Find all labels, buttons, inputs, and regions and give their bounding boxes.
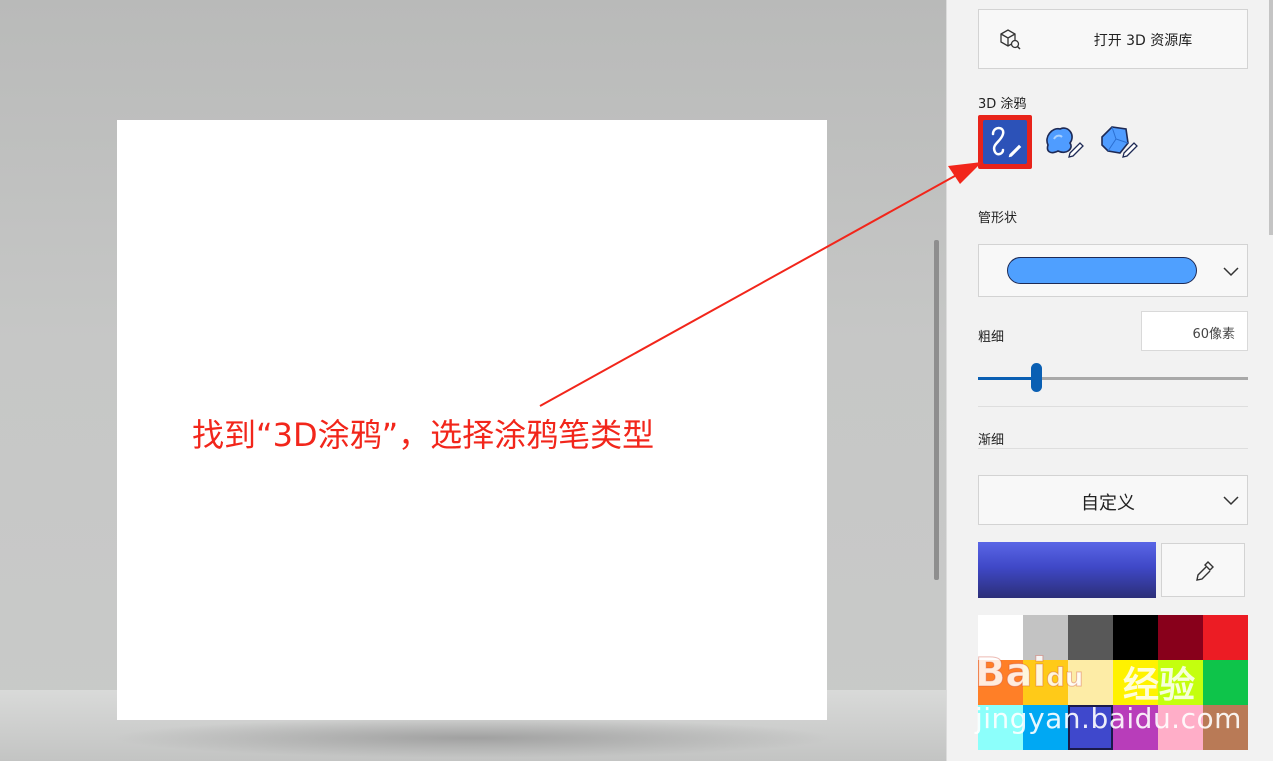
palette-color-swatch[interactable] (1203, 615, 1248, 660)
palette-color-swatch[interactable] (1068, 705, 1113, 750)
sharp-edge-doodle-icon (1101, 126, 1138, 158)
soft-edge-doodle-icon (1046, 127, 1084, 158)
palette-color-swatch[interactable] (1113, 660, 1158, 705)
palette-color-swatch[interactable] (1023, 705, 1068, 750)
tube-doodle-icon (991, 126, 1023, 159)
tube-shape-label: 管形状 (978, 211, 1018, 226)
tube-shape-preview (1007, 257, 1197, 284)
soft-edge-doodle-button[interactable] (1036, 115, 1090, 169)
workspace-scrollbar[interactable] (934, 240, 939, 580)
taper-label: 渐细 (978, 433, 1005, 448)
palette-color-swatch[interactable] (1158, 705, 1203, 750)
side-panel: 打开 3D 资源库 3D 涂鸦 管形状 粗细 60像素 渐细 自定义 (946, 0, 1273, 761)
canvas-workspace (0, 0, 946, 761)
eyedropper-icon (1196, 561, 1214, 581)
divider (978, 448, 1248, 449)
palette-color-swatch[interactable] (1113, 705, 1158, 750)
palette-color-swatch[interactable] (1068, 660, 1113, 705)
taper-dropdown-value: 自定义 (1081, 493, 1135, 514)
palette-color-swatch[interactable] (1113, 615, 1158, 660)
palette-color-swatch[interactable] (1023, 615, 1068, 660)
palette-color-swatch[interactable] (1068, 615, 1113, 660)
color-palette (978, 615, 1248, 750)
thickness-input[interactable]: 60像素 (1141, 311, 1248, 351)
tube-shape-dropdown[interactable] (978, 244, 1248, 297)
palette-color-swatch[interactable] (1203, 660, 1248, 705)
open-3d-library-button[interactable]: 打开 3D 资源库 (978, 9, 1248, 69)
sharp-edge-doodle-button[interactable] (1092, 115, 1146, 169)
taper-dropdown[interactable]: 自定义 (978, 475, 1248, 525)
doodle-section-label: 3D 涂鸦 (978, 97, 1027, 112)
current-color-swatch[interactable] (978, 542, 1156, 598)
thickness-slider-fill (978, 377, 1036, 380)
palette-color-swatch[interactable] (1158, 660, 1203, 705)
chevron-down-icon (1223, 496, 1239, 506)
palette-color-swatch[interactable] (978, 615, 1023, 660)
palette-color-swatch[interactable] (1203, 705, 1248, 750)
canvas-shadow (110, 718, 835, 758)
thickness-value: 60像素 (1192, 327, 1235, 342)
thickness-label: 粗细 (978, 330, 1005, 345)
annotation-text: 找到“3D涂鸦”，选择涂鸦笔类型 (192, 416, 655, 454)
palette-color-swatch[interactable] (978, 660, 1023, 705)
doodle-tool-group (978, 115, 1178, 169)
chevron-down-icon (1223, 267, 1239, 277)
divider (978, 406, 1248, 407)
palette-color-swatch[interactable] (1158, 615, 1203, 660)
open-3d-library-label: 打开 3D 资源库 (1093, 33, 1193, 49)
eyedropper-button[interactable] (1161, 543, 1245, 597)
panel-scrollbar[interactable] (1269, 0, 1273, 235)
palette-color-swatch[interactable] (1023, 660, 1068, 705)
palette-color-swatch[interactable] (978, 705, 1023, 750)
tube-doodle-button[interactable] (978, 115, 1032, 169)
thickness-slider-thumb[interactable] (1031, 363, 1042, 392)
